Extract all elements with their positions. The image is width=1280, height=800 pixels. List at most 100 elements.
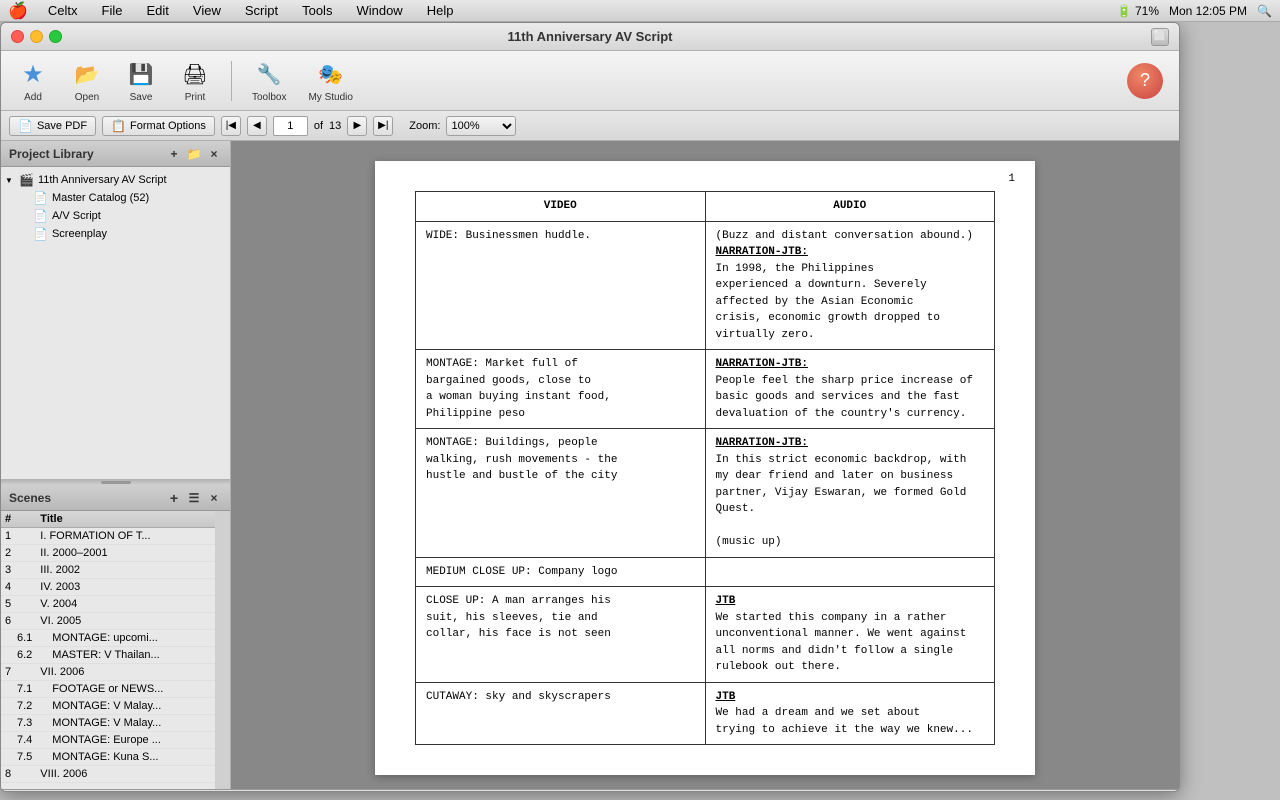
master-catalog-label: Master Catalog (52) <box>52 192 149 204</box>
scene-row[interactable]: 5 V. 2004 <box>1 596 215 613</box>
maximize-button[interactable] <box>49 30 62 43</box>
scene-row[interactable]: 7.5 MONTAGE: Kuna S... <box>1 749 215 766</box>
search-menu-icon[interactable]: 🔍 <box>1257 4 1272 18</box>
menu-view[interactable]: View <box>189 3 225 18</box>
divider-handle <box>101 481 131 484</box>
menubar-right: 🔋 71% Mon 12:05 PM 🔍 <box>1117 4 1272 18</box>
main-window: 11th Anniversary AV Script ⬜ ★ Add 📂 Ope… <box>0 22 1180 792</box>
script-row: WIDE: Businessmen huddle.(Buzz and dista… <box>416 221 995 350</box>
add-project-button[interactable]: + <box>166 146 182 162</box>
scene-row[interactable]: 7 VII. 2006 <box>1 664 215 681</box>
nav-prev-button[interactable]: ◀ <box>247 116 267 136</box>
add-button[interactable]: ★ Add <box>11 54 55 107</box>
toolbox-button[interactable]: 🔧 Toolbox <box>246 54 292 107</box>
av-script-item[interactable]: 📄 A/V Script <box>1 207 230 225</box>
script-row: MEDIUM CLOSE UP: Company logo <box>416 557 995 587</box>
open-button[interactable]: 📂 Open <box>65 54 109 107</box>
scene-row[interactable]: 7.2 MONTAGE: V Malay... <box>1 698 215 715</box>
mystudio-icon: 🎭 <box>315 58 347 90</box>
help-icon[interactable]: ? <box>1127 63 1163 99</box>
scenes-panel: Scenes + ☰ × # Title <box>1 485 230 789</box>
save-button[interactable]: 💾 Save <box>119 54 163 107</box>
script-row: MONTAGE: Market full of bargained goods,… <box>416 350 995 429</box>
scene-title: VII. 2006 <box>36 664 215 681</box>
toolbox-label: Toolbox <box>252 92 286 103</box>
mystudio-label: My Studio <box>308 92 352 103</box>
scene-menu-button[interactable]: ☰ <box>186 490 202 506</box>
scene-num: 2 <box>1 545 36 562</box>
menu-edit[interactable]: Edit <box>143 3 173 18</box>
save-label: Save <box>130 92 153 103</box>
minimize-button[interactable] <box>30 30 43 43</box>
mystudio-button[interactable]: 🎭 My Studio <box>302 54 358 107</box>
nav-first-button[interactable]: |◀ <box>221 116 241 136</box>
zoom-icon[interactable]: ⬜ <box>1151 28 1169 46</box>
project-library-controls: + 📁 × <box>166 146 222 162</box>
print-button[interactable]: 🖨 Print <box>173 54 217 107</box>
project-icon: 🎬 <box>19 173 34 187</box>
scenes-controls: + ☰ × <box>166 490 222 506</box>
project-library-title: Project Library <box>9 147 94 161</box>
open-icon: 📂 <box>71 58 103 90</box>
close-button[interactable] <box>11 30 24 43</box>
scene-num: 6 <box>1 613 36 630</box>
add-scene-button[interactable]: + <box>166 490 182 506</box>
menubar: 🍎 Celtx File Edit View Script Tools Wind… <box>0 0 1280 22</box>
save-pdf-button[interactable]: 📄 Save PDF <box>9 116 96 136</box>
page-number-input[interactable] <box>273 116 308 136</box>
script-audio-cell: NARRATION-JTB: People feel the sharp pri… <box>705 350 995 429</box>
scene-num: 7.3 <box>1 715 36 732</box>
add-icon: ★ <box>17 58 49 90</box>
screenplay-label: Screenplay <box>52 228 107 240</box>
zoom-select[interactable]: 100% 75% 125% 150% <box>446 116 516 136</box>
script-audio-cell: JTB We started this company in a rather … <box>705 587 995 683</box>
script-audio-cell: JTB We had a dream and we set about tryi… <box>705 682 995 745</box>
menu-file[interactable]: File <box>98 3 127 18</box>
menu-tools[interactable]: Tools <box>298 3 336 18</box>
doc-scroll[interactable]: 1 VIDEO AUDIO WIDE: Businessmen huddle.(… <box>231 141 1179 789</box>
pdf-icon: 📄 <box>18 119 33 133</box>
page-of-label: of <box>314 120 323 132</box>
close-scenes-button[interactable]: × <box>206 490 222 506</box>
scene-row[interactable]: 8 VIII. 2006 <box>1 766 215 783</box>
master-catalog-item[interactable]: 📄 Master Catalog (52) <box>1 189 230 207</box>
print-icon: 🖨 <box>179 58 211 90</box>
menu-script[interactable]: Script <box>241 3 282 18</box>
scene-row[interactable]: 3 III. 2002 <box>1 562 215 579</box>
script-audio-cell: NARRATION-JTB: In this strict economic b… <box>705 429 995 558</box>
project-root-item[interactable]: ▼ 🎬 11th Anniversary AV Script <box>1 171 230 189</box>
scenes-scrollbar[interactable] <box>215 511 230 789</box>
apple-menu[interactable]: 🍎 <box>8 1 28 21</box>
av-script-label: A/V Script <box>52 210 101 222</box>
nav-next-button[interactable]: ▶ <box>347 116 367 136</box>
document-area: 1 VIDEO AUDIO WIDE: Businessmen huddle.(… <box>231 141 1179 789</box>
scene-row[interactable]: 1 I. FORMATION OF T... <box>1 528 215 545</box>
menu-celtx[interactable]: Celtx <box>44 3 82 18</box>
scene-title: FOOTAGE or NEWS... <box>36 681 215 698</box>
remove-project-button[interactable]: × <box>206 146 222 162</box>
page-total: 13 <box>329 120 341 132</box>
scene-row[interactable]: 6.1 MONTAGE: upcomi... <box>1 630 215 647</box>
expand-arrow: ▼ <box>5 176 17 185</box>
script-row: MONTAGE: Buildings, people walking, rush… <box>416 429 995 558</box>
scene-row[interactable]: 7.3 MONTAGE: V Malay... <box>1 715 215 732</box>
scene-row[interactable]: 6.2 MASTER: V Thailan... <box>1 647 215 664</box>
menu-help[interactable]: Help <box>423 3 458 18</box>
scene-row[interactable]: 7.4 MONTAGE: Europe ... <box>1 732 215 749</box>
folder-button[interactable]: 📁 <box>186 146 202 162</box>
format-options-button[interactable]: 📋 Format Options <box>102 116 215 136</box>
scene-row[interactable]: 4 IV. 2003 <box>1 579 215 596</box>
menu-window[interactable]: Window <box>352 3 406 18</box>
scene-row[interactable]: 2 II. 2000–2001 <box>1 545 215 562</box>
project-library-header: Project Library + 📁 × <box>1 141 230 167</box>
scene-row[interactable]: 7.1 FOOTAGE or NEWS... <box>1 681 215 698</box>
script-row: CLOSE UP: A man arranges his suit, his s… <box>416 587 995 683</box>
script-video-cell: MEDIUM CLOSE UP: Company logo <box>416 557 706 587</box>
screenplay-icon: 📄 <box>33 227 48 241</box>
nav-last-button[interactable]: ▶| <box>373 116 393 136</box>
script-video-cell: CUTAWAY: sky and skyscrapers <box>416 682 706 745</box>
screenplay-item[interactable]: 📄 Screenplay <box>1 225 230 243</box>
project-name: 11th Anniversary AV Script <box>38 174 167 186</box>
scene-row[interactable]: 6 VI. 2005 <box>1 613 215 630</box>
print-label: Print <box>185 92 206 103</box>
